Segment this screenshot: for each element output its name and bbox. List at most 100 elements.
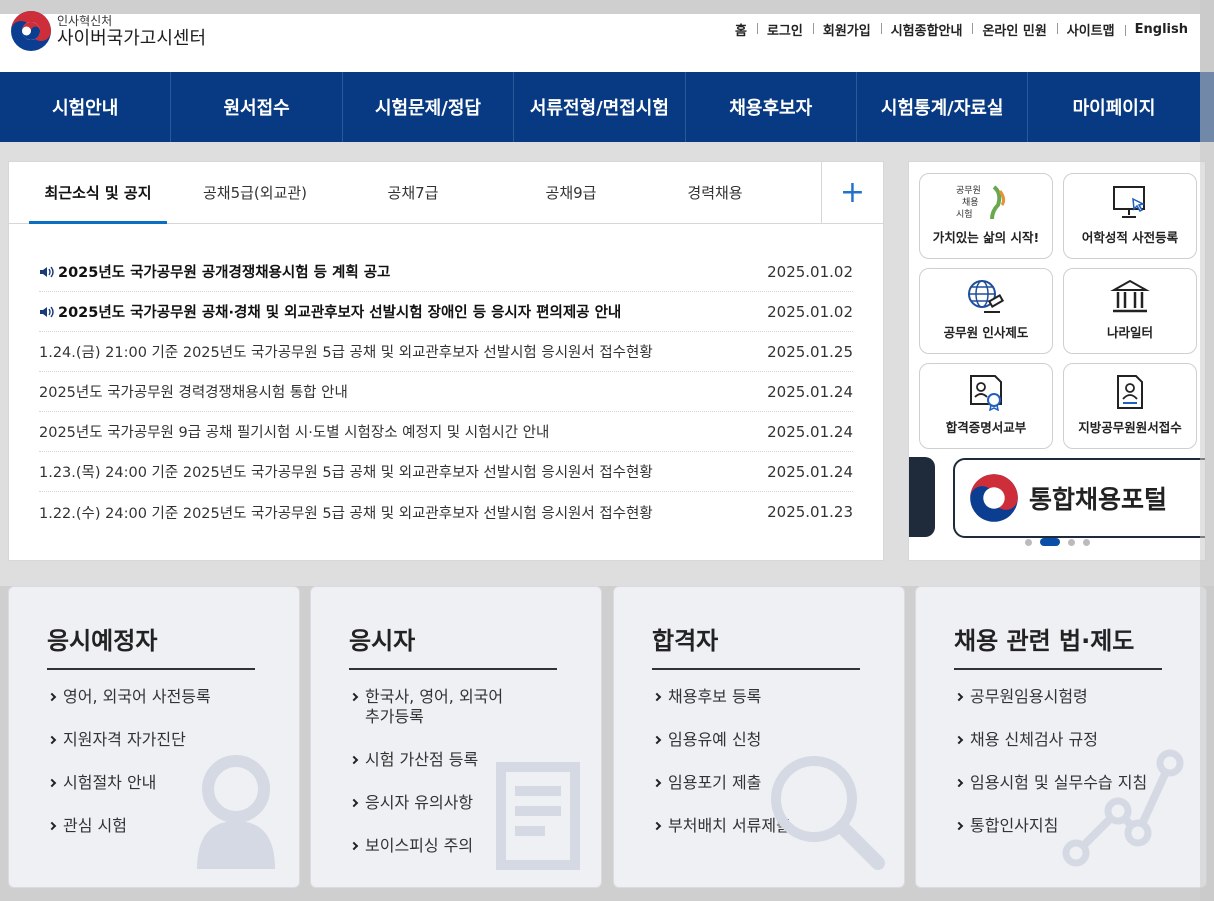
news-tabs: 최근소식 및 공지 공채5급(외교관) 공채7급 공채9급 경력채용 + <box>9 162 883 224</box>
news-item[interactable]: 2025년도 국가공무원 9급 공채 필기시험 시·도별 시험장소 예정지 및 … <box>39 412 853 452</box>
card-link[interactable]: 공무원임용시험령 <box>954 687 1147 707</box>
quick-exam-brand-button[interactable]: 공무원 채용 시험 가치있는 삶의 시작! <box>919 173 1053 259</box>
banner-prev-slide[interactable] <box>909 457 935 537</box>
taegeuk-banner-icon <box>970 474 1018 522</box>
card-link[interactable]: 영어, 외국어 사전등록 <box>47 687 211 707</box>
card-link[interactable]: 시험 가산점 등록 <box>349 750 503 770</box>
card-applicants: 응시자 한국사, 영어, 외국어 추가등록 시험 가산점 등록 응시자 유의사항… <box>310 586 602 888</box>
tab-grade5-diplomat[interactable]: 공채5급(외교관) <box>167 162 343 223</box>
recruitment-portal-banner[interactable]: 통합채용포털 <box>953 458 1205 538</box>
pagination-dot-active[interactable] <box>1039 538 1060 546</box>
card-title: 응시자 <box>349 627 416 655</box>
nav-candidates[interactable]: 채용후보자 <box>686 72 857 142</box>
person-icon <box>197 755 275 869</box>
card-link[interactable]: 시험절차 안내 <box>47 773 211 793</box>
site-logo[interactable]: 인사혁신처 사이버국가고시센터 <box>10 10 206 52</box>
tab-grade7[interactable]: 공채7급 <box>343 162 483 223</box>
card-divider <box>954 668 1162 670</box>
document-icon <box>496 762 580 870</box>
taegeuk-logo-icon <box>11 11 51 51</box>
quick-personnel-system-button[interactable]: 공무원 인사제도 <box>919 268 1053 354</box>
news-title: 1.24.(금) 21:00 기준 2025년도 국가공무원 5급 공채 및 외… <box>39 345 653 361</box>
card-divider <box>47 668 255 670</box>
banner-pagination <box>909 538 1205 546</box>
magnifier-icon <box>771 756 885 870</box>
nav-mypage[interactable]: 마이페이지 <box>1028 72 1199 142</box>
card-recruitment-law: 채용 관련 법·제도 공무원임용시험령 채용 신체검사 규정 임용시험 및 실무… <box>915 586 1207 888</box>
nav-statistics[interactable]: 시험통계/자료실 <box>857 72 1029 142</box>
header: 인사혁신처 사이버국가고시센터 홈 로그인 회원가입 시험종합안내 온라인 민원… <box>0 0 1214 72</box>
nav-document-interview[interactable]: 서류전형/면접시험 <box>514 72 686 142</box>
card-link[interactable]: 채용후보 등록 <box>652 687 791 707</box>
card-prospective-applicants: 응시예정자 영어, 외국어 사전등록 지원자격 자가진단 시험절차 안내 관심 … <box>8 586 300 888</box>
quick-narailter-button[interactable]: 나라일터 <box>1063 268 1197 354</box>
utility-nav: 홈 로그인 회원가입 시험종합안내 온라인 민원 사이트맵 English <box>725 20 1198 39</box>
news-title: 2025년도 국가공무원 경력경쟁채용시험 통합 안내 <box>39 385 348 401</box>
card-link[interactable]: 응시자 유의사항 <box>349 793 503 813</box>
card-link[interactable]: 임용유예 신청 <box>652 730 791 750</box>
card-link[interactable]: 지원자격 자가진단 <box>47 730 211 750</box>
monitor-cursor-icon <box>1113 186 1146 218</box>
news-date: 2025.01.24 <box>767 382 853 401</box>
pagination-dot[interactable] <box>1082 538 1090 546</box>
util-link-signup[interactable]: 회원가입 <box>812 20 881 39</box>
quick-label: 공무원 인사제도 <box>943 325 1029 340</box>
plus-icon: + <box>839 175 866 210</box>
card-link[interactable]: 보이스피싱 주의 <box>349 836 503 856</box>
news-date: 2025.01.25 <box>767 342 853 361</box>
news-item[interactable]: 1.24.(금) 21:00 기준 2025년도 국가공무원 5급 공채 및 외… <box>39 332 853 372</box>
card-link[interactable]: 한국사, 영어, 외국어 추가등록 <box>349 687 503 727</box>
news-item[interactable]: 2025년도 국가공무원 공개경쟁채용시험 등 계획 공고 2025.01.02 <box>39 252 853 292</box>
card-title: 합격자 <box>652 627 719 655</box>
news-item[interactable]: 1.22.(수) 24:00 기준 2025년도 국가공무원 5급 공채 및 외… <box>39 492 853 532</box>
network-nodes-icon <box>1062 749 1184 867</box>
quick-local-exam-button[interactable]: 지방공무원원서접수 <box>1063 363 1197 449</box>
nav-exam-answers[interactable]: 시험문제/정답 <box>343 72 515 142</box>
card-divider <box>652 668 860 670</box>
globe-gavel-icon <box>968 280 1005 313</box>
util-link-home[interactable]: 홈 <box>725 20 757 39</box>
nav-application[interactable]: 원서접수 <box>171 72 343 142</box>
util-link-login[interactable]: 로그인 <box>756 20 813 39</box>
news-title: 2025년도 국가공무원 9급 공채 필기시험 시·도별 시험장소 예정지 및 … <box>39 425 550 441</box>
card-title: 채용 관련 법·제도 <box>954 627 1135 655</box>
quick-menu-panel: 공무원 채용 시험 가치있는 삶의 시작! 어학성적 사전등록 공무원 인사제도 <box>908 161 1206 561</box>
tab-grade9[interactable]: 공채9급 <box>483 162 659 223</box>
news-item[interactable]: 2025년도 국가공무원 경력경쟁채용시험 통합 안내 2025.01.24 <box>39 372 853 412</box>
svg-text:채용: 채용 <box>962 197 979 208</box>
logo-ministry-name: 인사혁신처 <box>57 13 113 28</box>
tab-career[interactable]: 경력채용 <box>659 162 771 223</box>
tab-recent-notices[interactable]: 최근소식 및 공지 <box>29 162 167 224</box>
nav-exam-info[interactable]: 시험안내 <box>0 72 172 142</box>
news-date: 2025.01.02 <box>767 302 853 321</box>
quick-label: 가치있는 삶의 시작! <box>932 230 1040 245</box>
card-title: 응시예정자 <box>47 627 158 655</box>
card-successful-candidates: 합격자 채용후보 등록 임용유예 신청 임용포기 제출 부처배치 서류제출 <box>613 586 905 888</box>
quick-language-score-button[interactable]: 어학성적 사전등록 <box>1063 173 1197 259</box>
news-date: 2025.01.02 <box>767 262 853 281</box>
card-link[interactable]: 관심 시험 <box>47 816 211 836</box>
util-link-online-petition[interactable]: 온라인 민원 <box>972 20 1056 39</box>
exam-logo-text: 공무원 <box>956 185 981 196</box>
exam-logo-icon: 공무원 채용 시험 <box>956 185 1006 220</box>
news-item[interactable]: 2025년도 국가공무원 공채·경채 및 외교관후보자 선발시험 장애인 등 응… <box>39 292 853 332</box>
svg-text:시험: 시험 <box>956 209 973 220</box>
news-date: 2025.01.24 <box>767 422 853 441</box>
news-title: 2025년도 국가공무원 공채·경채 및 외교관후보자 선발시험 장애인 등 응… <box>58 305 622 321</box>
banner-title: 통합채용포털 <box>1029 485 1168 514</box>
util-link-english[interactable]: English <box>1124 22 1198 37</box>
speaker-icon <box>40 306 54 317</box>
quick-certificate-button[interactable]: 합격증명서교부 <box>919 363 1053 449</box>
util-link-sitemap[interactable]: 사이트맵 <box>1056 20 1125 39</box>
news-item[interactable]: 1.23.(목) 24:00 기준 2025년도 국가공무원 5급 공채 및 외… <box>39 452 853 492</box>
news-title: 1.22.(수) 24:00 기준 2025년도 국가공무원 5급 공채 및 외… <box>39 505 653 522</box>
more-news-button[interactable]: + <box>821 162 883 223</box>
government-building-icon <box>1110 279 1150 313</box>
pagination-dot[interactable] <box>1024 538 1032 546</box>
news-title: 2025년도 국가공무원 공개경쟁채용시험 등 계획 공고 <box>58 265 391 281</box>
quick-label: 나라일터 <box>1106 325 1153 340</box>
pagination-dot[interactable] <box>1067 538 1075 546</box>
util-link-exam-guide[interactable]: 시험종합안내 <box>880 20 973 39</box>
quick-label: 지방공무원원서접수 <box>1078 420 1182 435</box>
certificate-icon <box>970 375 1002 411</box>
